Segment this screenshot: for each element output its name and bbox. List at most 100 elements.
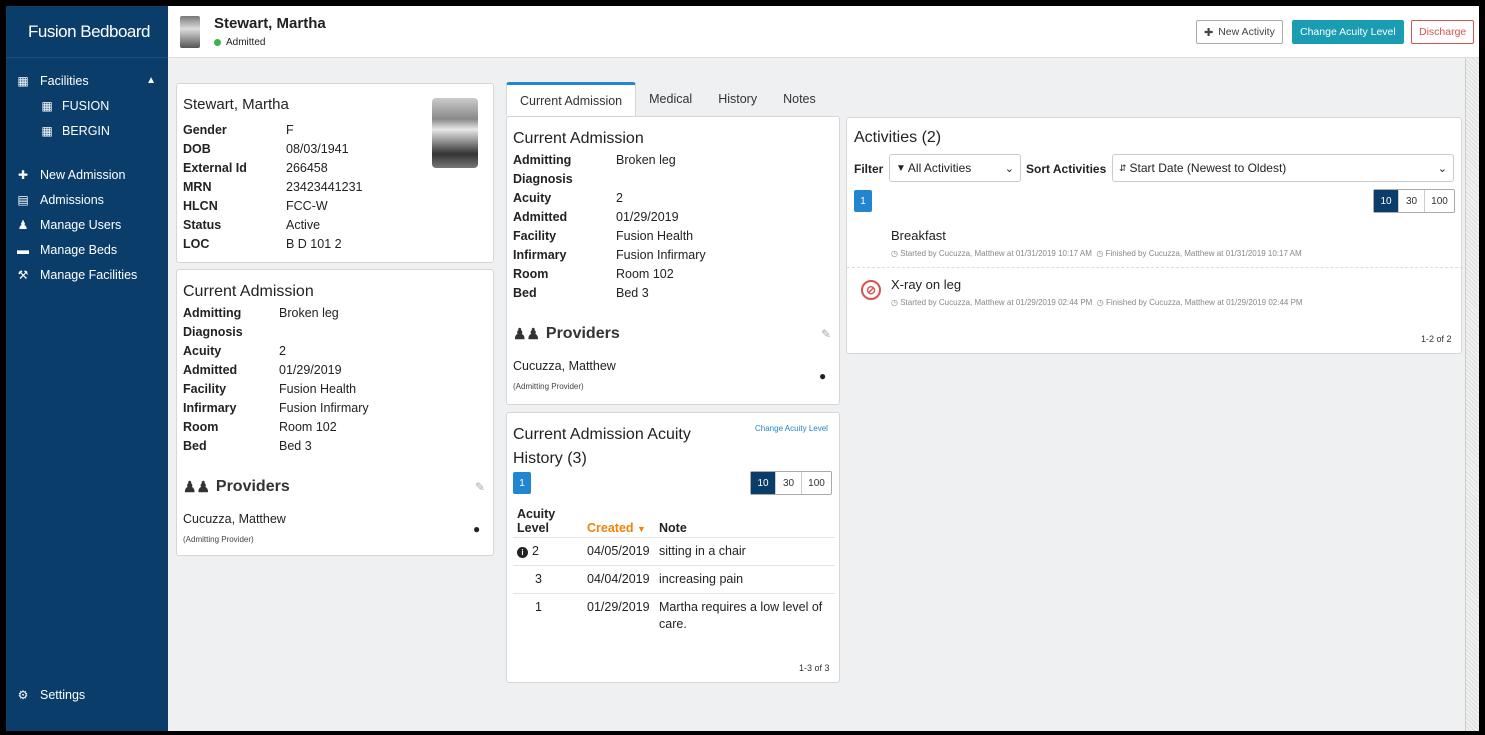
tab-medical[interactable]: Medical (636, 82, 705, 116)
sort-label: Sort Activities (1026, 162, 1107, 176)
sidebar-item-bergin[interactable]: ▦ BERGIN (6, 118, 168, 143)
field-value: 2 (616, 191, 623, 205)
col-note[interactable]: Note (655, 505, 835, 538)
activity-meta: ◷ Started by Cucuzza, Matthew at 01/31/2… (891, 249, 1302, 258)
page-size-selector: 10 30 100 (750, 471, 832, 495)
field-row: Facility Fusion Health (183, 380, 439, 399)
activity-meta: ◷ Started by Cucuzza, Matthew at 01/29/2… (891, 298, 1303, 307)
field-row: Bed Bed 3 (513, 284, 786, 303)
app-window: Fusion Bedboard ▦ Facilities ▲ ▦ FUSION … (6, 6, 1479, 731)
vertical-scrollbar[interactable] (1465, 58, 1479, 731)
edit-pencil-icon[interactable]: ✎ (475, 480, 485, 494)
page-size-100[interactable]: 100 (801, 472, 831, 494)
page-1-button[interactable]: 1 (854, 190, 872, 212)
tab-current-admission[interactable]: Current Admission (506, 82, 637, 116)
field-label: Bed (183, 439, 207, 453)
sidebar-item-manage-facilities[interactable]: ⚒ Manage Facilities (6, 262, 168, 287)
field-value: Room 102 (616, 267, 674, 281)
activity-item[interactable]: Breakfast ◷ Started by Cucuzza, Matthew … (847, 222, 1463, 268)
page-size-30[interactable]: 30 (775, 472, 801, 494)
users-icon: ♟♟ (513, 326, 540, 343)
sort-desc-icon: ▼ (637, 524, 646, 534)
activity-name: X-ray on leg (891, 277, 962, 292)
acuity-history-card: Current Admission Acuity History (3) Cha… (506, 412, 840, 683)
providers-heading: ♟♟ Providers (513, 325, 620, 343)
table-row: 3 04/04/2019 increasing pain (513, 565, 835, 594)
chevron-down-icon: ⌄ (1004, 162, 1014, 175)
acuity-level: 1 (535, 600, 542, 614)
avatar (180, 16, 200, 48)
field-row: Admitting Broken leg (513, 151, 786, 170)
chat-icon[interactable]: ● (819, 369, 826, 383)
change-acuity-button[interactable]: Change Acuity Level (1292, 20, 1404, 44)
sidebar-item-manage-users[interactable]: ♟ Manage Users (6, 212, 168, 237)
chevron-up-icon[interactable]: ▲ (146, 75, 156, 86)
table-row: i 2 04/05/2019 sitting in a chair (513, 537, 835, 566)
admission-tabs: Current Admission Medical History Notes (506, 82, 829, 116)
sidebar-item-facilities[interactable]: ▦ Facilities ▲ (6, 68, 168, 93)
field-value: 23423441231 (286, 180, 363, 194)
field-label: Acuity (513, 191, 552, 205)
user-icon: ♟ (17, 217, 29, 232)
chevron-down-icon: ⌄ (1437, 162, 1447, 175)
field-label: Status (183, 218, 222, 232)
col-created[interactable]: Created ▼ (583, 505, 655, 538)
providers-heading: ♟♟ Providers (183, 478, 290, 496)
field-value: Fusion Health (616, 229, 694, 243)
acuity-history-table: Acuity Level Created ▼ Note i 2 04/05/2019 s… (513, 505, 835, 638)
activity-item[interactable]: ⊘ X-ray on leg ◷ Started by Cucuzza, Mat… (847, 270, 1463, 316)
note-cell: Martha requires a low level of care. (655, 593, 835, 638)
provider-role: (Admitting Provider) (183, 535, 254, 544)
field-row: Diagnosis (513, 170, 786, 189)
field-value (279, 323, 439, 342)
users-icon: ♟♟ (183, 479, 210, 496)
field-row: Room Room 102 (513, 265, 786, 284)
sidebar-item-fusion[interactable]: ▦ FUSION (6, 93, 168, 118)
change-acuity-link[interactable]: Change Acuity Level (755, 424, 828, 433)
page-size-10[interactable]: 10 (1374, 190, 1398, 212)
page-1-button[interactable]: 1 (513, 472, 531, 494)
field-label: Room (183, 420, 219, 434)
sidebar-item-manage-beds[interactable]: ▬ Manage Beds (6, 237, 168, 262)
sidebar-item-new-admission[interactable]: ✚ New Admission (6, 162, 168, 187)
field-label: HLCN (183, 199, 218, 213)
edit-pencil-icon[interactable]: ✎ (821, 327, 831, 341)
field-label: DOB (183, 142, 211, 156)
page-size-30[interactable]: 30 (1398, 190, 1424, 212)
provider-role: (Admitting Provider) (513, 382, 584, 391)
bed-icon: ▬ (17, 242, 29, 257)
field-label: Diagnosis (183, 325, 243, 339)
tab-notes[interactable]: Notes (770, 82, 829, 116)
filter-select[interactable]: ▼ All Activities ⌄ (889, 154, 1021, 182)
col-level[interactable]: Acuity Level (513, 505, 583, 538)
chat-icon[interactable]: ● (473, 522, 480, 536)
field-label: LOC (183, 237, 210, 251)
sort-icon: ⇵ (1119, 162, 1127, 173)
current-admission-tab-card: Current Admission Admitting Broken leg Dia… (506, 116, 840, 405)
tab-history[interactable]: History (705, 82, 770, 116)
section-title: Current Admission (513, 130, 644, 147)
field-value: B D 101 2 (286, 237, 342, 251)
filter-label: Filter (854, 162, 884, 176)
sidebar-item-settings[interactable]: ⚙ Settings (6, 682, 168, 707)
field-row: Admitting Broken leg (183, 304, 439, 323)
patient-photo (432, 98, 478, 168)
field-label: Admitting (183, 306, 242, 320)
current-admission-card: Current Admission Admitting Broken leg Dia… (176, 269, 494, 556)
info-icon[interactable]: i (517, 547, 528, 558)
building-icon: ▦ (41, 123, 53, 138)
new-activity-button[interactable]: ✚ New Activity (1196, 20, 1283, 44)
status-badge: Admitted (214, 37, 265, 48)
acuity-history-title-2: History (3) (513, 450, 587, 467)
acuity-count: 1-3 of 3 (799, 663, 830, 673)
plus-icon: ✚ (1204, 26, 1214, 39)
sidebar-item-admissions[interactable]: ▤ Admissions (6, 187, 168, 212)
page-size-100[interactable]: 100 (1424, 190, 1454, 212)
discharge-button[interactable]: Discharge (1411, 20, 1475, 44)
page-size-10[interactable]: 10 (751, 472, 775, 494)
sort-select[interactable]: ⇵ Start Date (Newest to Oldest) ⌄ (1112, 154, 1454, 182)
page-size-selector: 10 30 100 (1373, 189, 1455, 213)
acuity-level: 2 (532, 544, 539, 558)
field-label: Infirmary (513, 248, 567, 262)
provider-name: Cucuzza, Matthew (183, 512, 286, 526)
